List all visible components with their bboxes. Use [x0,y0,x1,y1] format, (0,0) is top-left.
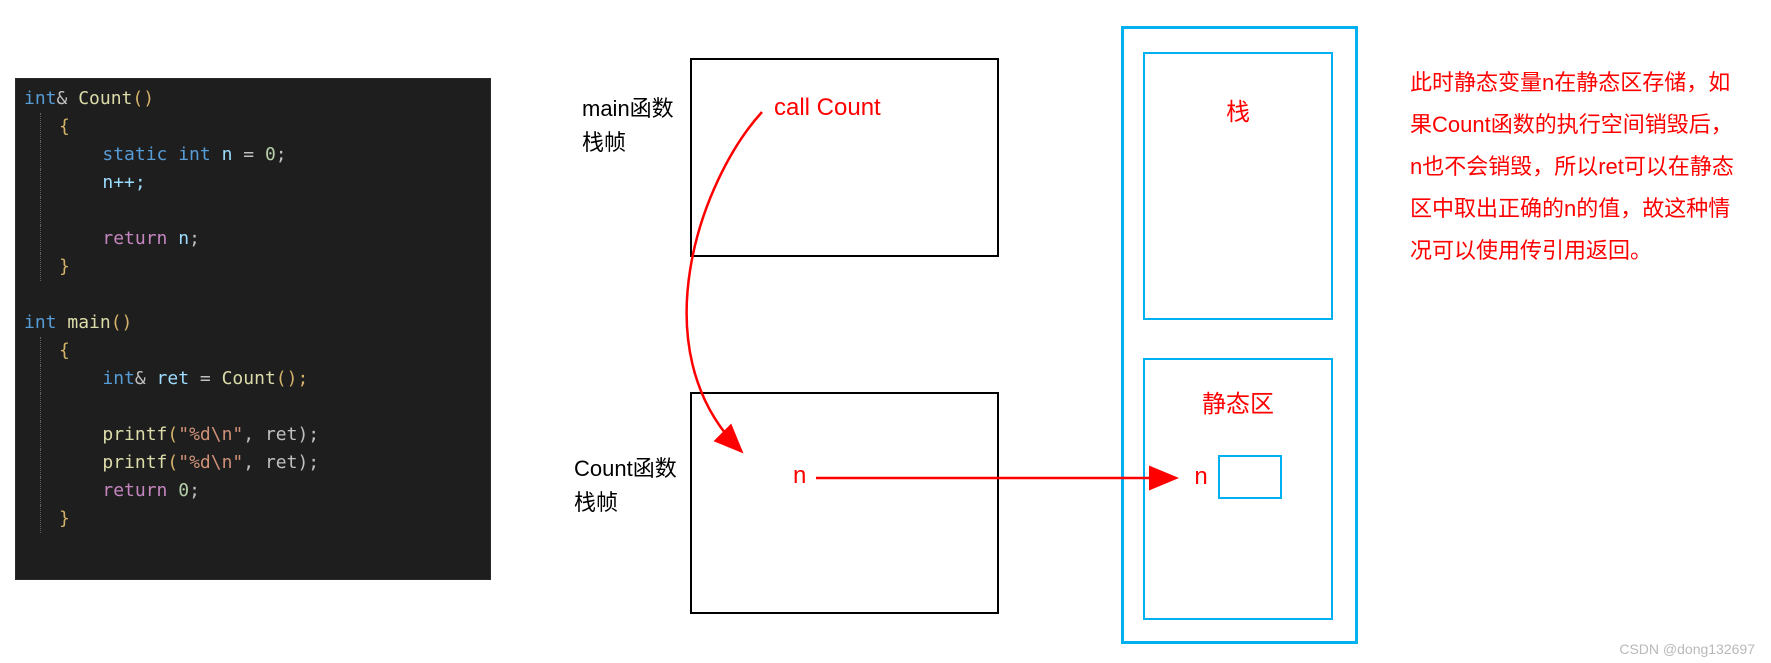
semi: ; [189,228,200,249]
eq: = [232,144,265,165]
paren-open: ( [167,424,178,445]
static-n-label: n [1194,463,1207,491]
main-stackframe-box [690,58,999,257]
static-title: 静态区 [1145,384,1331,419]
eq: = [189,368,222,389]
paren-open: ( [167,452,178,473]
ampersand: & [135,368,146,389]
keyword-int: int [102,368,135,389]
code-block: int& Count() { static int n = 0; n++; re… [16,79,490,533]
ampersand: & [57,88,68,109]
count-stackframe-label: Count函数 栈帧 [574,452,677,520]
parens: () [111,312,133,333]
code-editor: int& Count() { static int n = 0; n++; re… [15,78,491,580]
args: , ret); [243,424,319,445]
keyword-return: return [102,480,167,501]
parens: (); [276,368,309,389]
main-stackframe-label: main函数 栈帧 [582,92,674,160]
stack-title: 栈 [1145,92,1331,127]
brace: { [59,116,70,137]
label-line: 栈帧 [582,126,674,160]
brace: { [59,340,70,361]
semi: ; [189,480,200,501]
brace: } [59,508,70,529]
fmt-str: "%d\n" [178,424,243,445]
fn-count: Count [67,88,132,109]
memory-static-segment: 静态区 n [1143,358,1333,620]
brace: } [59,256,70,277]
label-line: Count函数 [574,452,677,486]
keyword-int: int [24,88,57,109]
literal-0: 0 [167,480,189,501]
label-line: main函数 [582,92,674,126]
fmt-str: "%d\n" [178,452,243,473]
var-n: n [211,144,233,165]
call-count: Count [222,368,276,389]
static-n-row: n [1145,455,1331,499]
var-n: n [167,228,189,249]
semi: ; [276,144,287,165]
static-n-cell [1218,455,1282,499]
literal-0: 0 [265,144,276,165]
var-ret: ret [146,368,189,389]
keyword-int: int [24,312,57,333]
fn-printf: printf [102,452,167,473]
call-count-label: call Count [774,94,881,122]
memory-stack-segment: 栈 [1143,52,1333,320]
count-stackframe-box [690,392,999,614]
watermark-text: CSDN @dong132697 [1619,641,1755,657]
keyword-return: return [102,228,167,249]
args: , ret); [243,452,319,473]
fn-main: main [57,312,111,333]
expr-npp: n++; [102,172,145,193]
n-in-count-frame: n [793,462,806,490]
parens: () [132,88,154,109]
explanation-text: 此时静态变量n在静态区存储，如果Count函数的执行空间销毁后，n也不会销毁，所… [1410,62,1740,272]
label-line: 栈帧 [574,486,677,520]
keyword-static-int: static int [102,144,210,165]
fn-printf: printf [102,424,167,445]
